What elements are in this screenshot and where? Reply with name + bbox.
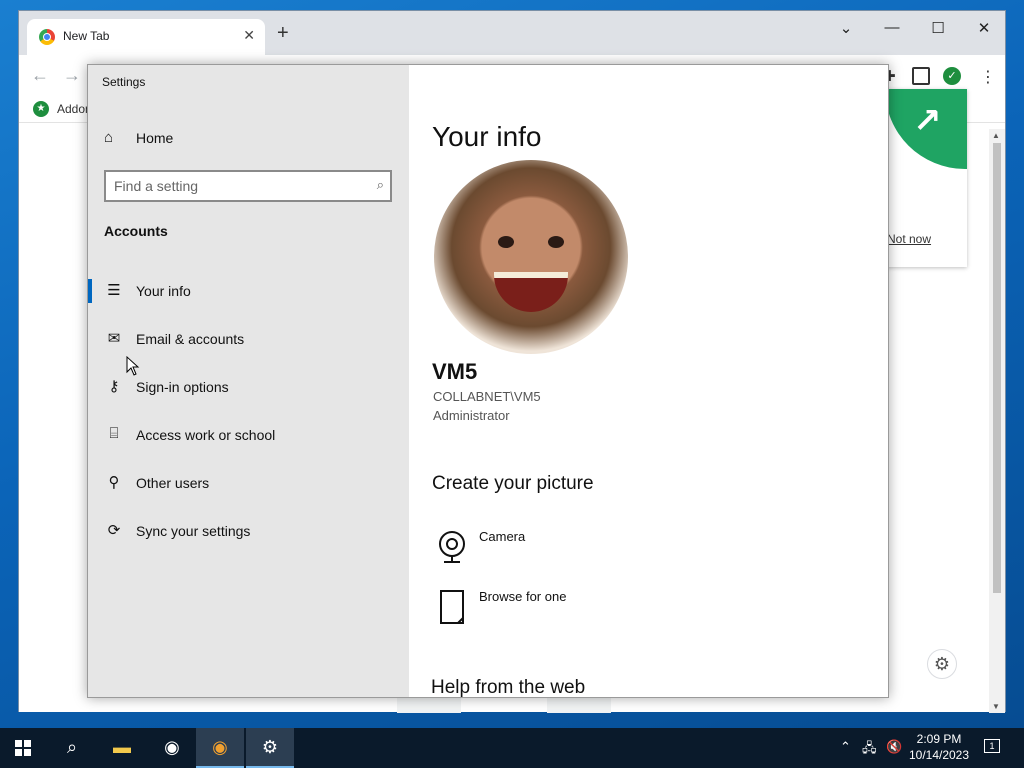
extension-popup-card: ↗ Not now	[885, 89, 967, 267]
tray-chevron-up-icon[interactable]: ⌃	[840, 739, 851, 755]
sidebar-item-other-users[interactable]: ⚲ Other users	[88, 463, 409, 503]
taskbar-settings[interactable]: ⚙	[246, 728, 294, 768]
more-menu-icon[interactable]: ⋮	[979, 67, 997, 86]
start-button[interactable]	[0, 728, 48, 768]
windows-logo-icon	[15, 740, 31, 756]
tab-strip: New Tab ✕ + ⌄ — ☐ ✕	[19, 11, 1005, 55]
browser-close-button[interactable]: ✕	[961, 19, 1007, 37]
search-icon: ⌕	[66, 737, 78, 757]
sidebar-item-label: Email & accounts	[136, 331, 245, 347]
search-input[interactable]	[114, 176, 354, 196]
taskbar-chrome[interactable]: ◉	[148, 728, 196, 768]
browser-minimize-button[interactable]: —	[869, 19, 915, 36]
tab-close-icon[interactable]: ✕	[243, 27, 255, 44]
volume-muted-icon[interactable]: 🔇	[886, 739, 902, 755]
sidebar-item-label: Your info	[136, 283, 191, 299]
user-name: VM5	[432, 359, 478, 384]
nav-home[interactable]: ⌂ Home	[88, 123, 409, 155]
page-scrollbar[interactable]: ▲ ▼	[989, 129, 1005, 713]
browse-option[interactable]: Browse for one	[432, 587, 692, 631]
settings-window-title: Settings	[102, 75, 146, 89]
browse-label: Browse for one	[479, 589, 567, 604]
customize-gear-icon[interactable]: ⚙	[927, 649, 957, 679]
settings-content: Your info VM5 COLLABNET\VM5 Administrato…	[409, 65, 888, 697]
back-arrow-icon[interactable]: ←	[31, 65, 49, 86]
mail-icon: ✉	[107, 330, 121, 347]
addon-bookmark-icon: ★	[33, 101, 49, 117]
side-panel-icon[interactable]	[912, 67, 930, 85]
camera-label: Camera	[479, 529, 526, 544]
scroll-up-arrow-icon[interactable]: ▲	[992, 131, 1000, 140]
briefcase-icon: ⌸	[109, 425, 119, 442]
settings-nav-pane: Settings ⌂ Home ⌕ Accounts ☰ Your info ✉…	[88, 65, 409, 697]
nav-home-label: Home	[136, 130, 174, 146]
avatar-eye-left	[498, 236, 514, 248]
mouse-cursor-icon	[126, 356, 140, 376]
avatar-eye-right	[548, 236, 564, 248]
forward-arrow-icon[interactable]: →	[63, 65, 81, 86]
sidebar-item-label: Access work or school	[136, 427, 276, 443]
arrow-up-right-icon: ↗	[913, 102, 942, 140]
shield-check-extension-icon[interactable]: ✓	[943, 67, 961, 85]
scroll-down-arrow-icon[interactable]: ▼	[992, 702, 1000, 711]
avatar	[434, 160, 628, 354]
user-role: Administrator	[433, 408, 510, 423]
tab-title: New Tab	[63, 29, 110, 43]
taskbar: ⌕ ▬ ◉ ◉ ⚙ ⌃ 🖧 🔇 2:09 PM 10/14/2023 1	[0, 728, 1024, 768]
tab-search-button[interactable]: ⌄	[823, 19, 869, 37]
section-title: Accounts	[104, 223, 168, 239]
chrome-canary-icon: ◉	[212, 737, 228, 757]
user-domain: COLLABNET\VM5	[433, 389, 541, 404]
sidebar-item-label: Sign-in options	[136, 379, 229, 395]
camera-option[interactable]: Camera	[432, 527, 692, 571]
sidebar-item-sync-settings[interactable]: ⟳ Sync your settings	[88, 511, 409, 551]
tab-new-tab[interactable]: New Tab ✕	[27, 19, 265, 55]
taskbar-file-explorer[interactable]: ▬	[98, 728, 146, 768]
person-card-icon: ☰	[107, 282, 121, 299]
sidebar-item-access-work-school[interactable]: ⌸ Access work or school	[88, 415, 409, 455]
document-icon	[440, 590, 464, 624]
sidebar-item-label: Sync your settings	[136, 523, 251, 539]
clock-date[interactable]: 10/14/2023	[906, 748, 972, 762]
notification-center-icon[interactable]: 1	[984, 739, 1000, 753]
camera-icon	[439, 531, 465, 563]
search-icon: ⌕	[376, 177, 384, 192]
scroll-thumb[interactable]	[993, 143, 1001, 593]
not-now-link[interactable]: Not now	[887, 232, 931, 246]
create-picture-heading: Create your picture	[432, 473, 594, 494]
home-icon: ⌂	[104, 129, 114, 146]
chrome-favicon-icon	[39, 29, 55, 45]
sidebar-item-email-accounts[interactable]: ✉ Email & accounts	[88, 319, 409, 359]
network-icon[interactable]: 🖧	[862, 739, 877, 761]
chrome-icon: ◉	[164, 737, 180, 757]
new-tab-button[interactable]: +	[277, 23, 289, 43]
help-heading: Help from the web	[431, 677, 586, 697]
sidebar-item-label: Other users	[136, 475, 210, 491]
page-title: Your info	[432, 121, 542, 152]
taskbar-search-button[interactable]: ⌕	[48, 728, 96, 768]
sidebar-item-your-info[interactable]: ☰ Your info	[88, 271, 409, 311]
settings-window: Settings ⌂ Home ⌕ Accounts ☰ Your info ✉…	[87, 64, 889, 698]
find-setting-search[interactable]: ⌕	[104, 170, 392, 202]
gear-icon: ⚙	[261, 737, 279, 757]
avatar-mouth	[494, 272, 568, 312]
folder-icon: ▬	[113, 737, 131, 757]
browser-maximize-button[interactable]: ☐	[915, 19, 961, 37]
key-icon: ⚷	[108, 378, 120, 395]
add-person-icon: ⚲	[108, 474, 120, 491]
sync-icon: ⟳	[107, 522, 121, 539]
clock-time[interactable]: 2:09 PM	[914, 732, 964, 746]
taskbar-chrome-canary[interactable]: ◉	[196, 728, 244, 768]
